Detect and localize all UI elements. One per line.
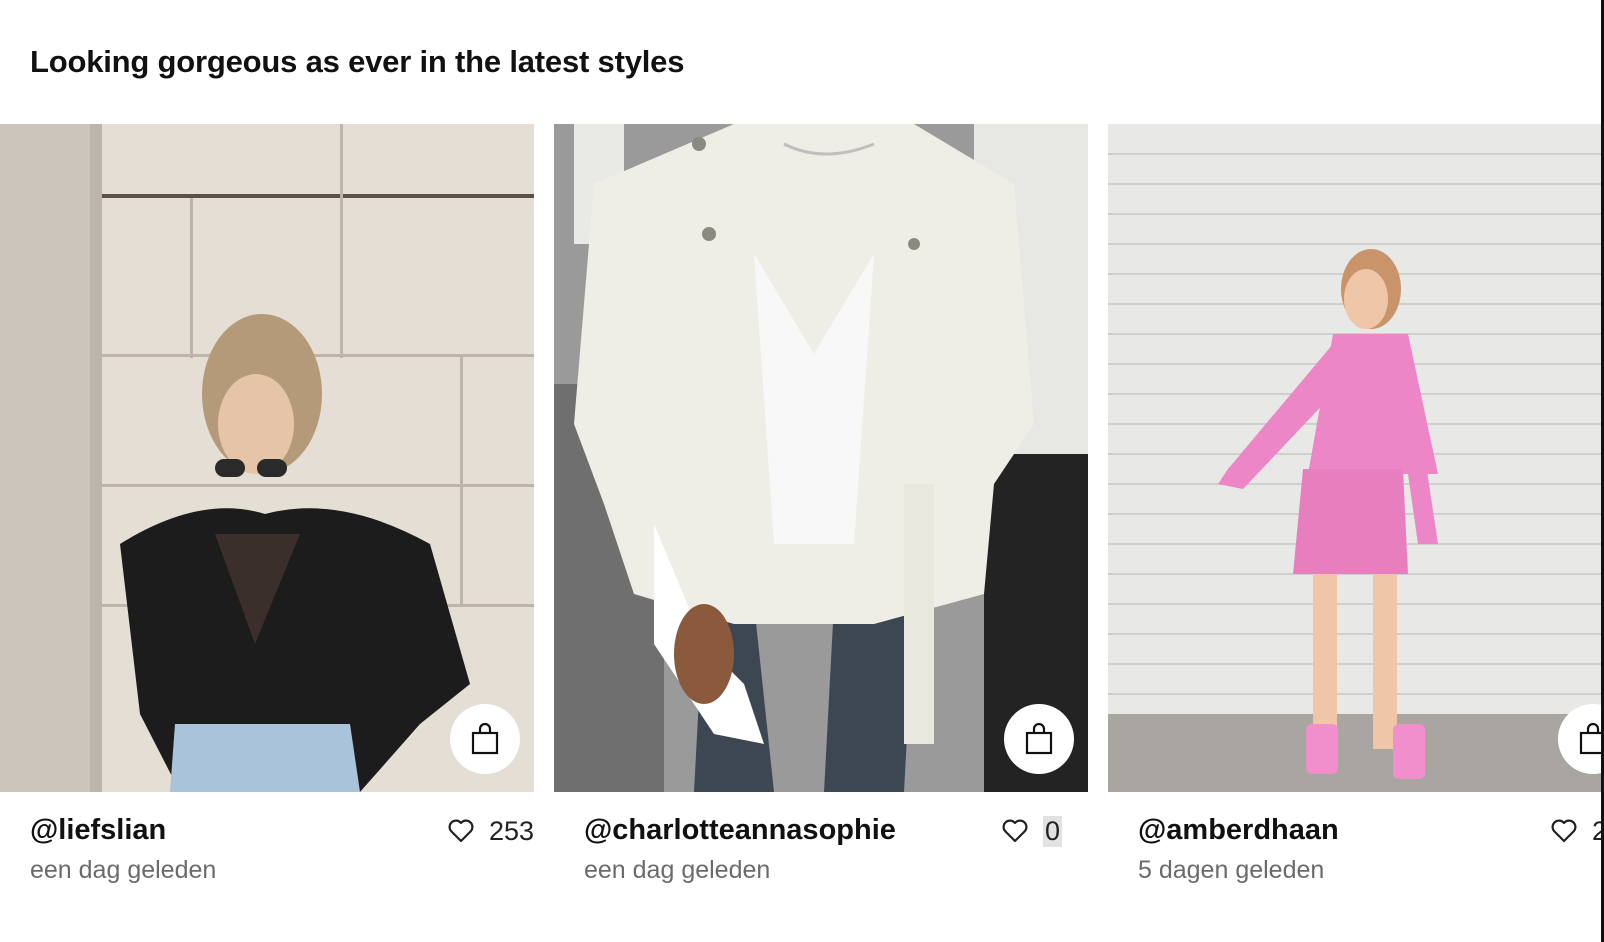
post-card[interactable]: @liefslian een dag geleden 253 — [0, 124, 534, 904]
post-handle-link[interactable]: @amberdhaan — [1138, 814, 1339, 847]
post-handle-link[interactable]: @liefslian — [30, 814, 166, 847]
heart-icon[interactable] — [1001, 818, 1029, 844]
post-photo[interactable] — [554, 124, 1088, 792]
post-photo[interactable] — [1108, 124, 1601, 792]
post-card[interactable]: @amberdhaan 5 dagen geleden 2 — [1108, 124, 1601, 904]
shop-look-button[interactable] — [450, 704, 520, 774]
shopping-bag-icon — [1025, 722, 1053, 755]
post-likes: 2 — [1550, 814, 1601, 848]
section-title: Looking gorgeous as ever in the latest s… — [30, 44, 685, 79]
post-likes: 0 — [1001, 814, 1062, 848]
post-time: een dag geleden — [30, 856, 217, 884]
post-card[interactable]: @charlotteannasophie een dag geleden 0 — [554, 124, 1088, 904]
like-count: 253 — [488, 815, 534, 846]
like-count: 0 — [1042, 815, 1062, 847]
shop-look-button[interactable] — [1004, 704, 1074, 774]
heart-icon[interactable] — [447, 818, 475, 844]
post-time: een dag geleden — [584, 856, 771, 884]
post-time: 5 dagen geleden — [1138, 856, 1325, 884]
styles-carousel[interactable]: @liefslian een dag geleden 253 @charlott… — [0, 124, 1601, 904]
post-likes: 253 — [447, 814, 534, 848]
like-count: 2 — [1592, 815, 1601, 846]
post-photo[interactable] — [0, 124, 534, 792]
shopping-bag-icon — [471, 722, 499, 755]
post-handle-link[interactable]: @charlotteannasophie — [584, 814, 896, 847]
heart-icon[interactable] — [1550, 818, 1578, 844]
shopping-bag-icon — [1579, 722, 1601, 755]
